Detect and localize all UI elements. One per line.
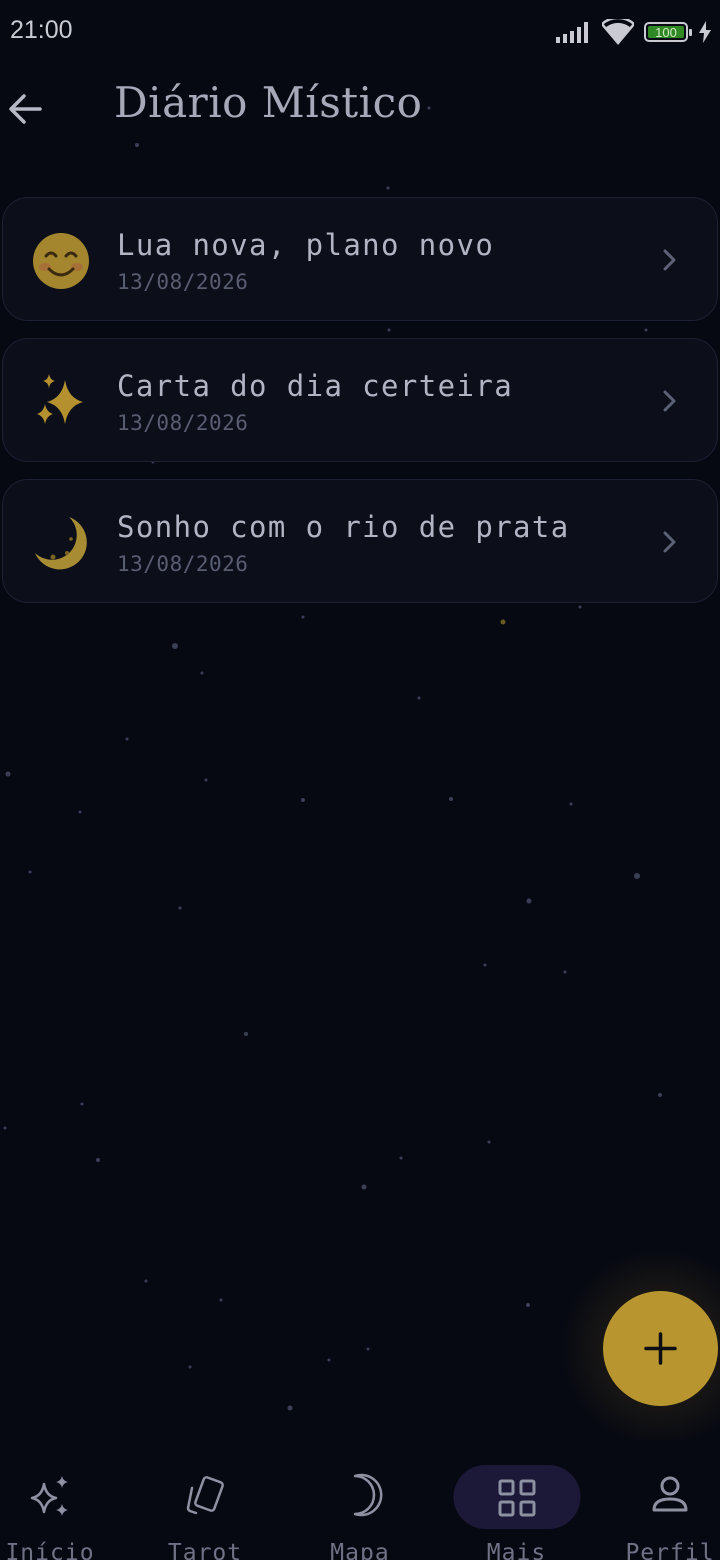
nav-label: Tarot — [167, 1540, 243, 1560]
nav-item-tarot[interactable]: Tarot — [155, 1440, 255, 1560]
page-title: Diário Místico — [114, 78, 423, 127]
nav-label: Mapa — [330, 1540, 390, 1560]
nav-item-mais[interactable]: Mais — [453, 1440, 580, 1560]
entry-date: 13/08/2026 — [117, 270, 249, 294]
chevron-right-icon — [663, 531, 676, 553]
entry-date: 13/08/2026 — [117, 411, 249, 435]
screen: 21:00 100 Diário Místico Lua nova, plano… — [0, 0, 720, 1560]
grid-icon — [498, 1479, 535, 1517]
nav-item-mapa[interactable]: Mapa — [310, 1440, 410, 1560]
signal-icon — [556, 22, 588, 43]
status-time: 21:00 — [10, 16, 73, 44]
entry-card[interactable]: Carta do dia certeira 13/08/2026 — [2, 338, 718, 462]
nav-label: Início — [5, 1540, 95, 1560]
wifi-icon — [602, 19, 634, 45]
status-icons: 100 — [556, 16, 712, 48]
battery-icon: 100 — [644, 22, 692, 42]
entry-date: 13/08/2026 — [117, 552, 249, 576]
entry-card[interactable]: Lua nova, plano novo 13/08/2026 — [2, 197, 718, 321]
sparkles-icon — [37, 374, 83, 424]
crescent-moon-icon — [35, 517, 87, 570]
entry-title: Sonho com o rio de prata — [117, 510, 570, 544]
chevron-right-icon — [663, 390, 676, 412]
entry-title: Lua nova, plano novo — [117, 228, 495, 262]
plus-icon — [644, 1332, 677, 1365]
add-entry-button[interactable] — [603, 1291, 718, 1406]
battery-level: 100 — [648, 26, 684, 39]
chevron-right-icon — [663, 249, 676, 271]
nav-label: Mais — [486, 1540, 547, 1560]
back-button[interactable] — [4, 86, 50, 132]
entry-card[interactable]: Sonho com o rio de prata 13/08/2026 — [2, 479, 718, 603]
cards-icon — [186, 1476, 224, 1515]
status-bar: 21:00 100 — [0, 0, 720, 64]
smiling-face-icon — [33, 233, 89, 289]
charging-icon — [699, 21, 711, 43]
nav-item-inicio[interactable]: Início — [0, 1440, 100, 1560]
arrow-left-icon — [9, 94, 42, 124]
moon-icon — [353, 1473, 383, 1517]
nav-item-perfil[interactable]: Perfil — [620, 1440, 720, 1560]
entry-list: Lua nova, plano novo 13/08/2026 Carta do… — [2, 197, 718, 620]
nav-label: Perfil — [625, 1540, 715, 1560]
person-icon — [652, 1476, 688, 1512]
bottom-nav: Início Tarot Mapa Mais Perfil — [0, 1440, 720, 1560]
sparkles-icon — [30, 1476, 68, 1516]
entry-title: Carta do dia certeira — [117, 369, 514, 403]
